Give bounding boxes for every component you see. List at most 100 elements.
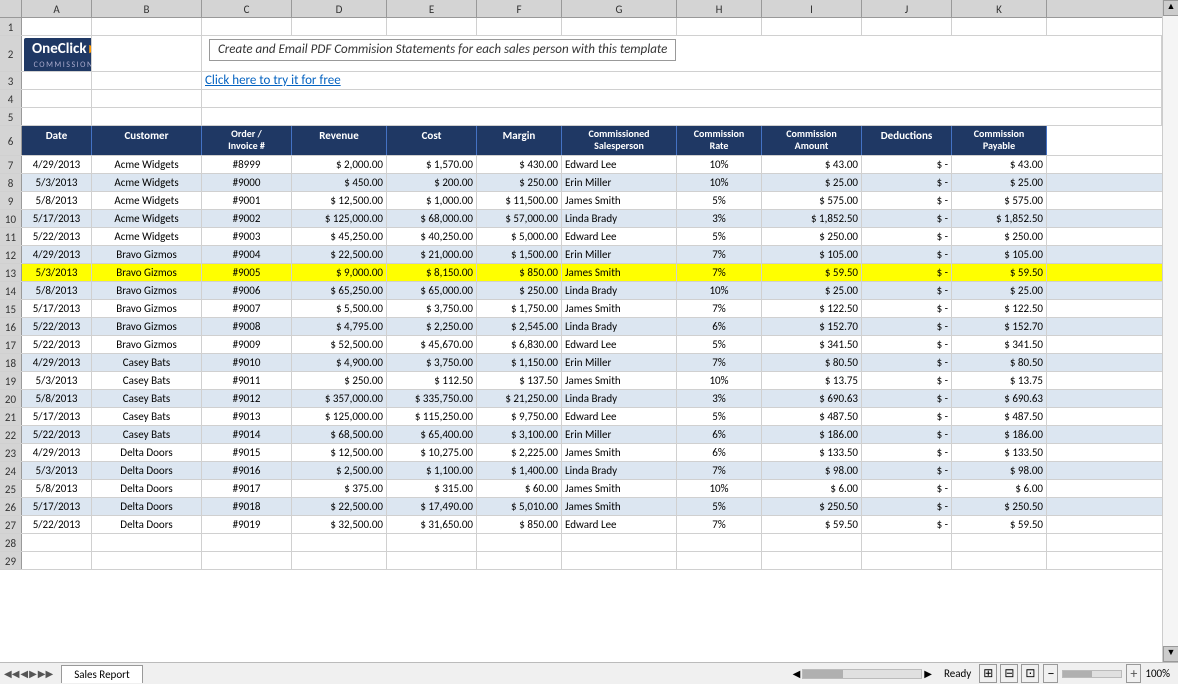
cell-b4 [92,90,202,107]
vertical-scrollbar[interactable]: ▲ ▼ [1162,0,1178,662]
cell-deductions-17: $ - [862,336,952,353]
nav-last-arrow[interactable]: ▶▶ [38,667,53,680]
cell-commission-16: $ 152.70 [762,318,862,335]
cell-h1 [677,18,762,35]
cell-customer-11: Acme Widgets [92,228,202,245]
nav-first-arrow[interactable]: ◀◀ [4,667,19,680]
cell-customer-18: Casey Bats [92,354,202,371]
cell-rate-13: 7% [677,264,762,281]
row-3: 3 Click here to try it for free [0,72,1162,90]
data-rows: 7 4/29/2013 Acme Widgets #8999 $ 2,000.0… [0,156,1162,534]
cell-deductions-23: $ - [862,444,952,461]
cell-b3 [92,72,202,89]
cell-invoice-21: #9013 [202,408,292,425]
cell-payable-13: $ 59.50 [952,264,1047,281]
nav-arrows[interactable]: ◀◀ ◀ ▶ ▶▶ [0,667,57,680]
cell-commission-19: $ 13.75 [762,372,862,389]
zoom-in-btn[interactable]: + [1126,664,1141,683]
rownum-10: 10 [0,210,22,227]
cell-date-22: 5/22/2013 [22,426,92,443]
cell-salesperson-10: Linda Brady [562,210,677,227]
cell-invoice-7: #8999 [202,156,292,173]
cell-rate-26: 5% [677,498,762,515]
cell-date-15: 5/17/2013 [22,300,92,317]
app: A B C D E F G H I J K 1 [0,0,1178,684]
cell-commission-13: $ 59.50 [762,264,862,281]
rownum-13: 13 [0,264,22,281]
cell-customer-12: Bravo Gizmos [92,246,202,263]
cell-deductions-21: $ - [862,408,952,425]
cell-rev-8: $ 450.00 [292,174,387,191]
cell-invoice-22: #9014 [202,426,292,443]
cell-rate-16: 6% [677,318,762,335]
cell-cost-17: $ 45,670.00 [387,336,477,353]
cell-invoice-23: #9015 [202,444,292,461]
cell-customer-17: Bravo Gizmos [92,336,202,353]
cell-deductions-24: $ - [862,462,952,479]
zoom-out-btn[interactable]: − [1043,664,1058,683]
cell-margin-27: $ 850.00 [477,516,562,533]
cell-e1 [387,18,477,35]
cell-invoice-25: #9017 [202,480,292,497]
rownum-3: 3 [0,72,22,89]
cell-deductions-11: $ - [862,228,952,245]
cell-rev-25: $ 375.00 [292,480,387,497]
cell-rate-24: 7% [677,462,762,479]
cell-rate-21: 5% [677,408,762,425]
cell-date-27: 5/22/2013 [22,516,92,533]
cell-rate-19: 10% [677,372,762,389]
cell-cost-14: $ 65,000.00 [387,282,477,299]
cell-rev-24: $ 2,500.00 [292,462,387,479]
nav-next-arrow[interactable]: ▶ [29,667,37,680]
cell-d1 [292,18,387,35]
tab-sales-report[interactable]: Sales Report [61,665,142,683]
cell-margin-14: $ 250.00 [477,282,562,299]
cell-link[interactable]: Click here to try it for free [202,72,1162,89]
col-header-b: B [92,0,202,17]
normal-view-btn[interactable]: ⊞ [979,664,997,683]
rownum-12: 12 [0,246,22,263]
cell-commission-27: $ 59.50 [762,516,862,533]
col-header-invoice: Order /Invoice # [202,126,292,155]
page-layout-btn[interactable]: ⊟ [1000,664,1018,683]
cell-payable-26: $ 250.50 [952,498,1047,515]
try-free-link[interactable]: Click here to try it for free [205,73,341,88]
col-header-margin: Margin [477,126,562,155]
cell-j1 [862,18,952,35]
cell-salesperson-25: James Smith [562,480,677,497]
rownum-27: 27 [0,516,22,533]
nav-prev-arrow[interactable]: ◀ [20,667,28,680]
cell-invoice-9: #9001 [202,192,292,209]
cell-customer-15: Bravo Gizmos [92,300,202,317]
scroll-left-icon[interactable]: ◀ [793,667,801,680]
row-17: 17 5/22/2013 Bravo Gizmos #9009 $ 52,500… [0,336,1162,354]
zoom-area: − + 100% [1043,664,1170,683]
cell-payable-7: $ 43.00 [952,156,1047,173]
cell-deductions-14: $ - [862,282,952,299]
cell-payable-10: $ 1,852.50 [952,210,1047,227]
cell-commission-12: $ 105.00 [762,246,862,263]
cell-salesperson-26: James Smith [562,498,677,515]
page-break-btn[interactable]: ⊡ [1021,664,1039,683]
cell-rate-11: 5% [677,228,762,245]
cell-rate-7: 10% [677,156,762,173]
cell-date-13: 5/3/2013 [22,264,92,281]
col-header-date: Date [22,126,92,155]
row-22: 22 5/22/2013 Casey Bats #9014 $ 68,500.0… [0,426,1162,444]
cell-rev-7: $ 2,000.00 [292,156,387,173]
cell-payable-18: $ 80.50 [952,354,1047,371]
scroll-right-icon[interactable]: ▶ [924,667,932,680]
cell-rev-22: $ 68,500.00 [292,426,387,443]
cell-customer-10: Acme Widgets [92,210,202,227]
cell-deductions-20: $ - [862,390,952,407]
cell-payable-24: $ 98.00 [952,462,1047,479]
cell-invoice-17: #9009 [202,336,292,353]
row-5: 5 [0,108,1162,126]
cell-commission-23: $ 133.50 [762,444,862,461]
cell-salesperson-22: Erin Miller [562,426,677,443]
row-21: 21 5/17/2013 Casey Bats #9013 $ 125,000.… [0,408,1162,426]
cell-date-10: 5/17/2013 [22,210,92,227]
cell-salesperson-7: Edward Lee [562,156,677,173]
col-header-rownum [0,0,22,17]
row-12: 12 4/29/2013 Bravo Gizmos #9004 $ 22,500… [0,246,1162,264]
